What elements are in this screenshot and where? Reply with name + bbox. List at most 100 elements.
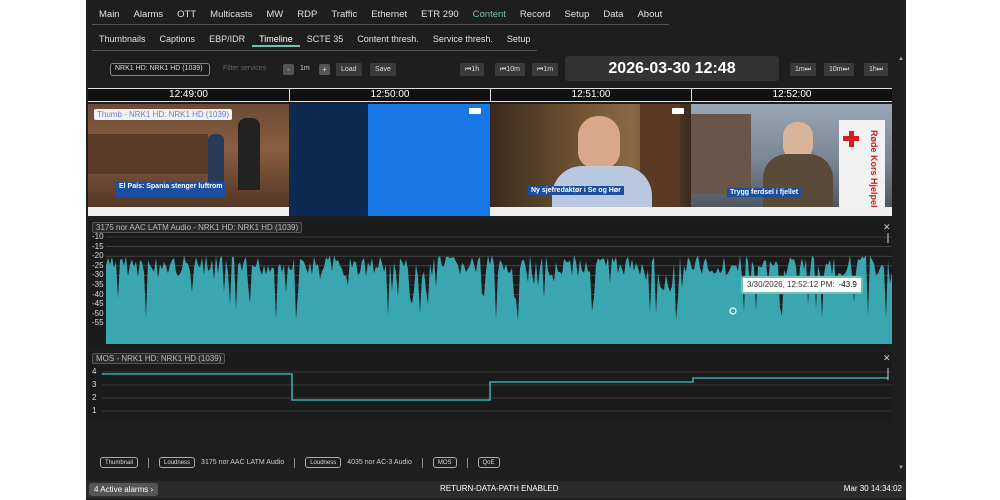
y-tick-label: -10 [92, 232, 104, 241]
menu-item-setup[interactable]: Setup [558, 9, 597, 20]
caption-subline [116, 192, 226, 197]
tab-service-thresh-[interactable]: Service thresh. [426, 34, 500, 47]
mos-panel-label: MOS - NRK1 HD: NRK1 HD (1039) [92, 353, 226, 364]
legend-mos-toggle[interactable]: MOS [432, 457, 457, 468]
legend-loudness-toggle[interactable]: Loudness [305, 457, 342, 468]
y-tick-label: 3 [92, 380, 97, 389]
audio-panel-label: 3175 nor AAC LATM Audio - NRK1 HD: NRK1 … [92, 222, 303, 233]
close-icon[interactable]: ✕ [883, 353, 891, 364]
menu-item-etr-290[interactable]: ETR 290 [414, 9, 466, 20]
y-tick-label: -35 [92, 280, 104, 289]
scroll-down-icon[interactable]: ▼ [898, 465, 904, 471]
thumbnail-caption: Ny sjefredaktør i Se og Hør [528, 186, 624, 195]
range-value: 1m [300, 65, 310, 72]
y-tick-label: -30 [92, 270, 104, 280]
tab-thumbnails[interactable]: Thumbnails [92, 34, 153, 47]
tab-scte-35[interactable]: SCTE 35 [300, 34, 351, 47]
tooltip-time: 3/30/2026, 12:52:12 PM: [747, 280, 835, 289]
menu-item-rdp[interactable]: RDP [290, 9, 324, 20]
menu-item-multicasts[interactable]: Multicasts [203, 9, 259, 20]
menu-item-about[interactable]: About [630, 9, 669, 20]
separator [294, 457, 296, 468]
legend-loudness-text: 3175 nor AAC LATM Audio [201, 459, 285, 466]
current-time-display: 2026-03-30 12:48 [565, 56, 779, 81]
mos-series [102, 373, 888, 401]
close-icon[interactable]: ✕ [883, 222, 891, 233]
nrk-logo-icon [469, 108, 481, 114]
separator [466, 457, 468, 468]
separator [148, 457, 150, 468]
save-button[interactable]: Save [370, 63, 396, 76]
range-increase-button[interactable]: + [319, 64, 330, 75]
thumbnail-frame[interactable]: El País: Spania stenger luftrom [88, 104, 289, 216]
service-select[interactable]: NRK1 HD: NRK1 HD (1039) [110, 63, 210, 76]
y-tick-label: 4 [92, 367, 97, 376]
news-ticker [490, 207, 691, 216]
y-tick-label: -20 [92, 251, 104, 261]
thumbnail-strip: El País: Spania stenger luftrom Ny sjefr… [88, 104, 892, 216]
news-ticker [88, 207, 289, 216]
y-tick-label: -25 [92, 260, 104, 270]
forward-1m-button[interactable]: 1m⏭ [790, 63, 817, 76]
thumbnail-caption: Trygg ferdsel i fjellet [727, 188, 802, 197]
sign-text: Røde Kors Hjelpekorps [869, 130, 879, 210]
y-tick-label: -15 [92, 241, 104, 251]
mos-panel: MOS - NRK1 HD: NRK1 HD (1039) ✕ 4 3 2 1 [88, 352, 892, 420]
status-bar: 4 Active alarms › RETURN-DATA-PATH ENABL… [86, 481, 906, 498]
y-tick-label: -40 [92, 289, 104, 299]
back-1h-button[interactable]: ⏮1h [460, 63, 485, 76]
active-alarms-button[interactable]: 4 Active alarms › [89, 483, 159, 496]
filter-services-input[interactable]: Filter services [223, 65, 266, 72]
status-message: RETURN-DATA-PATH ENABLED [440, 484, 559, 493]
status-datetime: Mar 30 14:34:02 [843, 484, 902, 493]
legend-qoe-toggle[interactable]: QoE [477, 457, 500, 468]
blue-screen [368, 104, 490, 216]
building [691, 114, 751, 194]
menu-item-main[interactable]: Main [92, 9, 127, 20]
thumbnail-caption: El País: Spania stenger luftrom [116, 182, 226, 191]
menu-item-alarms[interactable]: Alarms [127, 9, 171, 20]
back-1m-button[interactable]: ⏮1m [532, 63, 559, 76]
menu-item-content[interactable]: Content [466, 9, 513, 20]
content-submenu: Thumbnails Captions EBP/IDR Timeline SCTE 35… [92, 34, 538, 51]
load-button[interactable]: Load [336, 63, 362, 76]
red-cross-sign: Røde Kors Hjelpekorps [839, 120, 885, 216]
back-10m-button[interactable]: ⏮10m [495, 63, 525, 76]
thumbnail-frame[interactable]: Ny sjefredaktør i Se og Hør [490, 104, 691, 216]
tooltip-value: -43.9 [838, 280, 857, 289]
scroll-up-icon[interactable]: ▲ [898, 56, 904, 62]
chart-legend: Thumbnail Loudness 3175 nor AAC LATM Aud… [100, 457, 500, 468]
tab-content-thresh-[interactable]: Content thresh. [350, 34, 426, 47]
loudness-series [106, 255, 892, 344]
tab-setup[interactable]: Setup [500, 34, 538, 47]
time-label: 12:50:00 [289, 89, 490, 101]
y-tick-label: 2 [92, 393, 97, 402]
menu-item-ott[interactable]: OTT [170, 9, 203, 20]
person-figure [208, 134, 224, 184]
legend-loudness-toggle[interactable]: Loudness [159, 457, 196, 468]
person-face [578, 116, 620, 168]
forward-10m-button[interactable]: 10m⏭ [824, 63, 854, 76]
red-cross-icon [848, 130, 854, 147]
tab-captions[interactable]: Captions [153, 34, 203, 47]
tab-timeline[interactable]: Timeline [252, 34, 300, 47]
y-tick-label: -55 [92, 318, 104, 328]
tab-ebp-idr[interactable]: EBP/IDR [202, 34, 252, 47]
thumbnail-frame[interactable]: Røde Kors Hjelpekorps Trygg ferdsel i fj… [691, 104, 892, 216]
main-menu: Main Alarms OTT Multicasts MW RDP Traffic Ether… [86, 0, 906, 30]
menu-item-traffic[interactable]: Traffic [324, 9, 364, 20]
legend-thumbnail-toggle[interactable]: Thumbnail [100, 457, 139, 468]
forward-1h-button[interactable]: 1h⏭ [864, 63, 889, 76]
thumbnail-scene [88, 134, 208, 174]
range-decrease-button[interactable]: - [283, 64, 294, 75]
separator [421, 457, 423, 468]
menu-item-record[interactable]: Record [513, 9, 558, 20]
menu-item-mw[interactable]: MW [259, 9, 290, 20]
menu-item-ethernet[interactable]: Ethernet [364, 9, 414, 20]
nrk-logo-icon [672, 108, 684, 114]
thumbnail-frame[interactable] [289, 104, 490, 216]
app-window: Main Alarms OTT Multicasts MW RDP Traffic Ether… [86, 0, 906, 500]
menu-item-data[interactable]: Data [596, 9, 630, 20]
y-tick-label: -45 [92, 299, 104, 309]
legend-loudness-text: 4035 nor AC-3 Audio [347, 459, 412, 466]
